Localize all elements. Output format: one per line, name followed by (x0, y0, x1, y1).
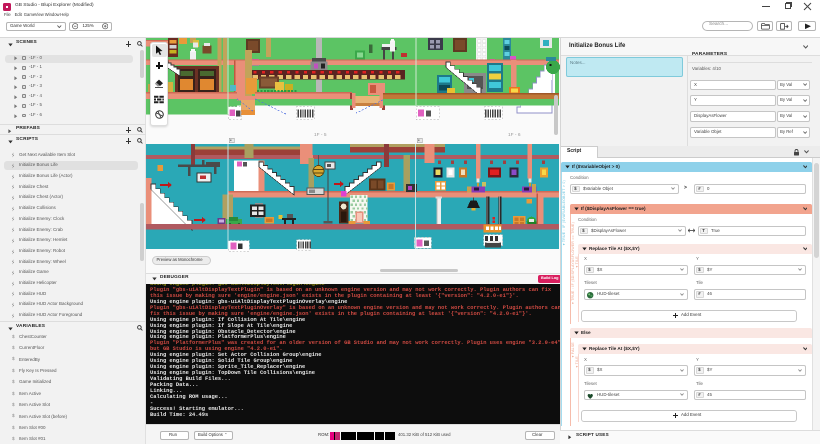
svg-text:1F - 6: 1F - 6 (508, 132, 521, 138)
svg-text:1F - 5: 1F - 5 (314, 132, 327, 138)
